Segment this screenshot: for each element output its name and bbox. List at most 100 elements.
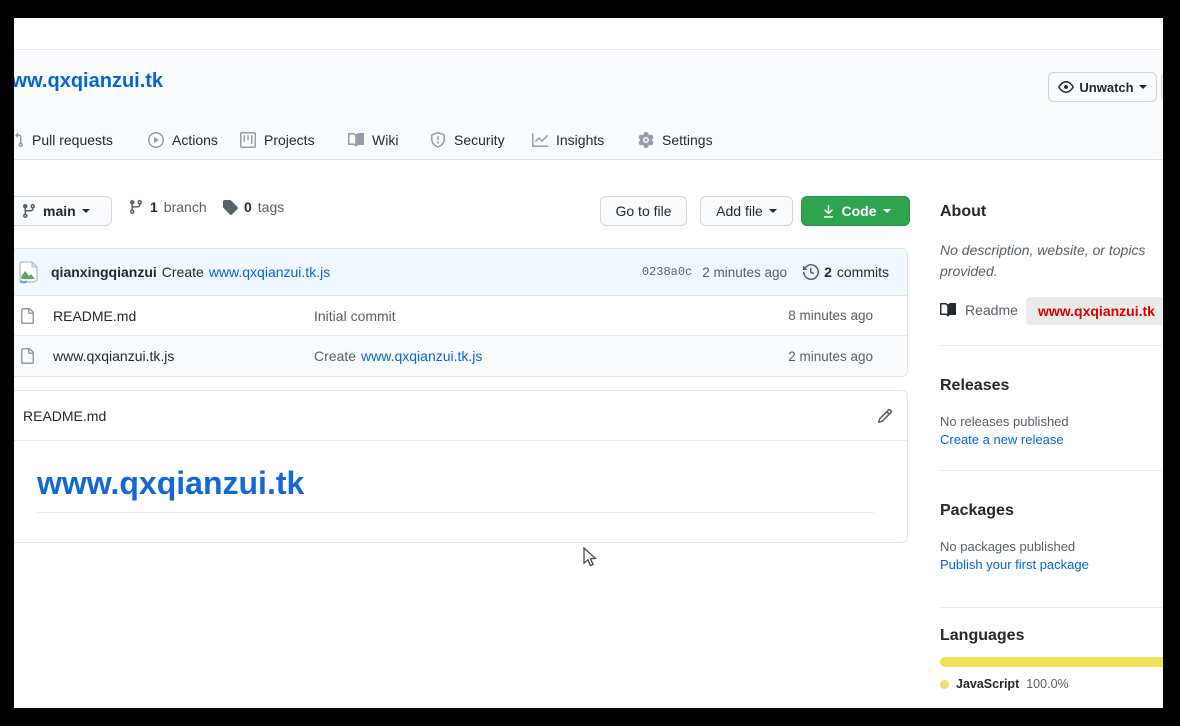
commits-label: commits [837, 264, 889, 280]
readme-heading-link[interactable]: www.qxqianzui.tk [37, 465, 874, 513]
branch-selector-button[interactable]: main [14, 196, 112, 226]
file-name-link[interactable]: www.qxqianzui.tk.js [53, 348, 314, 364]
repo-nav: Pull requests Actions Projects Wiki Secu… [14, 125, 1163, 160]
about-description: No description, website, or topics provi… [940, 240, 1163, 282]
languages-title: Languages [940, 624, 1163, 648]
readme-header: README.md [14, 391, 907, 441]
tab-label: Security [454, 132, 505, 148]
language-item-javascript[interactable]: JavaScript 100.0% [940, 677, 1163, 691]
git-branch-icon [21, 203, 37, 219]
releases-empty-text: No releases published [940, 413, 1163, 431]
branches-link[interactable]: 1 branch [128, 199, 207, 215]
chevron-down-icon [82, 209, 90, 217]
commit-hash-link[interactable]: 0238a0c [642, 265, 692, 279]
commit-message: Create [162, 264, 204, 280]
tab-insights[interactable]: Insights [532, 125, 604, 155]
code-label: Code [842, 203, 877, 219]
table-row[interactable]: www.qxqianzui.tk.js Create www.qxqianzui… [14, 336, 907, 376]
packages-title: Packages [940, 499, 1163, 523]
language-name: JavaScript [956, 677, 1019, 691]
tab-wiki[interactable]: Wiki [348, 125, 398, 155]
chevron-down-icon [1139, 85, 1147, 93]
readme-hover-tooltip: www.qxqianzui.tk [1026, 297, 1163, 325]
divider [940, 345, 1163, 346]
releases-title: Releases [940, 374, 1163, 398]
tab-label: Settings [662, 132, 713, 148]
tab-label: Wiki [372, 132, 398, 148]
history-icon [803, 264, 819, 280]
create-release-link[interactable]: Create a new release [940, 431, 1163, 449]
shield-icon [430, 132, 446, 148]
divider [940, 470, 1163, 471]
readme-filename: README.md [23, 408, 106, 424]
tab-label: Projects [264, 132, 315, 148]
tab-pull-requests[interactable]: Pull requests [14, 125, 113, 155]
go-to-file-button[interactable]: Go to file [600, 196, 687, 226]
go-to-file-label: Go to file [615, 203, 671, 219]
file-icon [19, 308, 35, 324]
chevron-down-icon [883, 209, 891, 217]
packages-section: Packages No packages published Publish y… [940, 499, 1163, 574]
latest-commit-bar: qianxingqianzui Create www.qxqianzui.tk.… [14, 249, 907, 296]
mouse-cursor [583, 547, 599, 569]
tab-label: Insights [556, 132, 604, 148]
file-name-link[interactable]: README.md [53, 308, 314, 324]
unwatch-button[interactable]: Unwatch [1048, 72, 1157, 102]
branches-label: branch [164, 199, 207, 215]
top-strip [14, 18, 1163, 50]
pull-request-icon [14, 132, 24, 148]
about-title: About [940, 200, 1163, 224]
file-icon [19, 348, 35, 364]
commit-author-link[interactable]: qianxingqianzui [51, 264, 157, 280]
download-icon [821, 204, 836, 219]
play-icon [148, 132, 164, 148]
commits-count: 2 [824, 264, 832, 280]
chevron-down-icon [769, 209, 777, 217]
commits-history-link[interactable]: 2 commits [803, 264, 889, 280]
gear-icon [638, 132, 654, 148]
commit-time: 2 minutes ago [702, 265, 787, 280]
tags-label: tags [258, 199, 284, 215]
readme-box: README.md www.qxqianzui.tk [14, 390, 908, 543]
publish-package-link[interactable]: Publish your first package [940, 556, 1163, 574]
file-commit-message-link[interactable]: www.qxqianzui.tk.js [361, 348, 482, 364]
graph-icon [532, 132, 548, 148]
tab-label: Pull requests [32, 132, 113, 148]
language-bar [940, 657, 1163, 667]
branch-name: main [43, 203, 76, 219]
repo-title-link[interactable]: www.qxqianzui.tk [14, 70, 163, 93]
readme-link-label: Readme [965, 302, 1018, 318]
add-file-label: Add file [716, 203, 763, 219]
watch-count-button[interactable] [1161, 72, 1163, 102]
divider [940, 607, 1163, 608]
tags-link[interactable]: 0 tags [222, 199, 284, 215]
file-commit-message[interactable]: Initial commit [314, 308, 396, 324]
languages-section: Languages JavaScript 100.0% [940, 624, 1163, 691]
tab-actions[interactable]: Actions [148, 125, 218, 155]
language-percent: 100.0% [1026, 677, 1068, 691]
avatar[interactable] [17, 260, 41, 284]
book-icon [348, 132, 364, 148]
browser-viewport: www.qxqianzui.tk Unwatch Pull requests A… [14, 18, 1163, 708]
tab-settings[interactable]: Settings [638, 125, 713, 155]
git-branch-icon [128, 199, 144, 215]
code-button[interactable]: Code [801, 196, 910, 226]
file-commit-message: Create [314, 348, 356, 364]
file-time: 8 minutes ago [788, 308, 907, 323]
packages-empty-text: No packages published [940, 538, 1163, 556]
tab-projects[interactable]: Projects [240, 125, 315, 155]
file-tree-box: qianxingqianzui Create www.qxqianzui.tk.… [14, 248, 908, 377]
add-file-button[interactable]: Add file [700, 196, 793, 226]
tab-label: Actions [172, 132, 218, 148]
repo-header: www.qxqianzui.tk Unwatch Pull requests A… [14, 50, 1163, 160]
tab-security[interactable]: Security [430, 125, 505, 155]
tag-icon [222, 199, 238, 215]
tags-count: 0 [244, 199, 252, 215]
unwatch-label: Unwatch [1079, 80, 1133, 95]
pencil-icon[interactable] [877, 408, 893, 424]
book-icon [940, 302, 956, 318]
project-icon [240, 132, 256, 148]
table-row[interactable]: README.md Initial commit 8 minutes ago [14, 296, 907, 336]
commit-message-link[interactable]: www.qxqianzui.tk.js [209, 264, 330, 280]
branches-count: 1 [150, 199, 158, 215]
